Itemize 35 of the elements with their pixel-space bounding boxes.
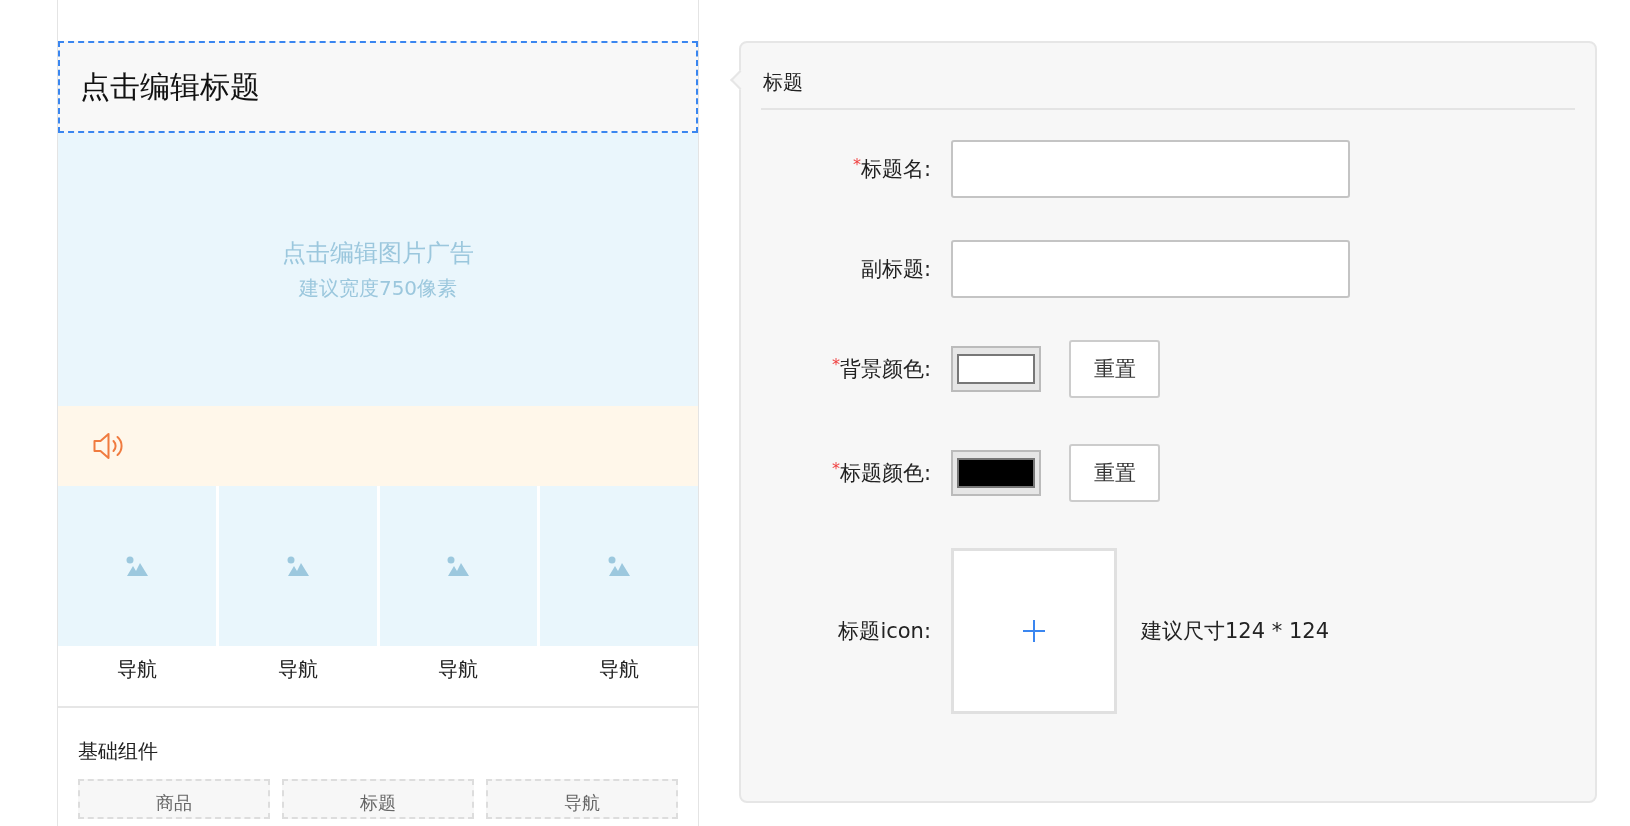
field-label: 标题名:: [860, 157, 931, 181]
notice-bar[interactable]: [58, 406, 698, 486]
required-mark: *: [831, 355, 840, 374]
required-mark: *: [852, 155, 861, 174]
field-label: 背景颜色:: [839, 357, 931, 381]
plus-icon: [1022, 619, 1046, 643]
nav-label: 导航: [438, 656, 479, 683]
required-mark: *: [831, 459, 840, 478]
input-field[interactable]: [951, 240, 1350, 298]
section-heading: 基础组件: [78, 738, 159, 765]
image-icon: [446, 556, 471, 576]
component-tile[interactable]: 标题: [282, 779, 474, 819]
image-icon: [607, 556, 632, 576]
size-hint: 建议尺寸124 * 124: [1141, 618, 1329, 645]
component-tile[interactable]: 商品: [78, 779, 270, 819]
image-icon: [124, 556, 149, 576]
nav-label: 导航: [116, 656, 157, 683]
input-field[interactable]: [951, 140, 1350, 198]
field-label: 标题icon:: [838, 619, 931, 643]
reset-button[interactable]: 重置: [1069, 444, 1160, 502]
color-picker[interactable]: [951, 346, 1041, 392]
nav-label: 导航: [599, 656, 640, 683]
nav-label: 导航: [277, 656, 318, 683]
ad-title: 点击编辑图片广告: [282, 238, 474, 269]
component-tile[interactable]: 导航: [486, 779, 678, 819]
panel-title: 标题: [761, 43, 1575, 110]
reset-button[interactable]: 重置: [1069, 340, 1160, 398]
image-icon: [285, 556, 310, 576]
ad-hint: 建议宽度750像素: [298, 275, 458, 302]
speaker-icon: [92, 432, 125, 460]
color-picker[interactable]: [951, 450, 1041, 496]
title-block[interactable]: 点击编辑标题: [58, 41, 698, 133]
field-label: 标题颜色:: [839, 461, 931, 485]
field-label: 副标题:: [860, 257, 931, 281]
upload-box[interactable]: [951, 548, 1117, 714]
